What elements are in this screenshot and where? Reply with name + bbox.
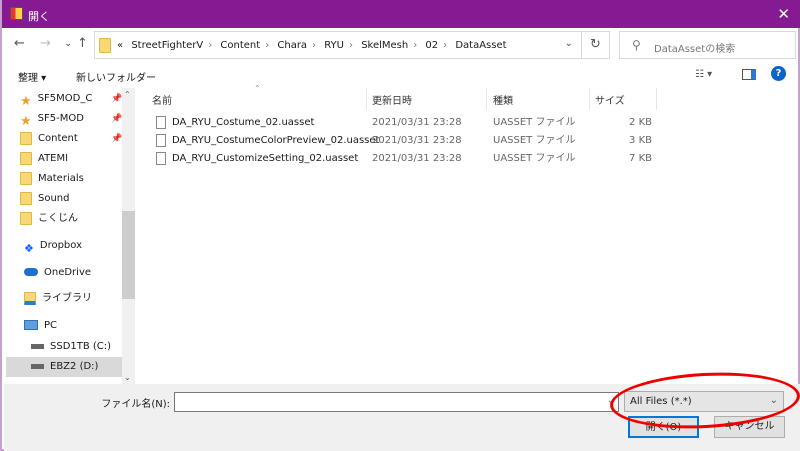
breadcrumb-item[interactable]: Chara [277,40,307,51]
column-divider[interactable] [366,88,367,110]
breadcrumb-item[interactable]: DataAsset [455,40,506,51]
folder-icon [99,38,111,53]
file-type: UASSET ファイル [493,153,576,164]
file-type: UASSET ファイル [493,117,576,128]
file-row[interactable]: DA_RYU_Costume_02.uasset 2021/03/31 23:2… [152,114,662,132]
file-size: 3 KB [629,135,652,146]
app-icon [10,7,23,20]
organize-button[interactable]: 整理 ▾ [18,69,46,84]
folder-icon [20,151,32,165]
back-button[interactable]: ← [14,36,25,51]
sidebar-item-sf5-mod[interactable]: ★ SF5-MOD [20,109,84,129]
cloud-icon [24,268,38,276]
file-name: DA_RYU_CustomizeSetting_02.uasset [172,153,359,164]
file-date: 2021/03/31 23:28 [372,135,462,146]
help-icon[interactable]: ? [771,66,786,81]
view-options-icon[interactable]: ☷ ▾ [695,69,712,80]
pin-icon: 📌 [111,114,122,124]
folder-icon [20,131,32,145]
sidebar-item-pc[interactable]: PC [24,316,57,336]
column-header-name[interactable]: 名前 [152,92,172,107]
sidebar-item-dropbox[interactable]: ❖ Dropbox [24,236,82,256]
column-divider[interactable] [486,88,487,110]
forward-button[interactable]: → [40,36,51,51]
column-header-date[interactable]: 更新日時 [372,92,412,107]
pc-icon [24,320,38,330]
breadcrumb-item[interactable]: StreetFighterV [131,40,203,51]
sidebar-item-materials[interactable]: Materials [20,169,84,189]
sidebar-item-onedrive[interactable]: OneDrive [24,263,91,283]
sidebar-item-atemi[interactable]: ATEMI [20,149,68,169]
folder-icon [20,191,32,205]
chevron-down-icon[interactable]: ⌄ [565,38,573,49]
column-header-size[interactable]: サイズ [595,92,625,107]
file-name: DA_RYU_CostumeColorPreview_02.uasset [172,135,380,146]
file-date: 2021/03/31 23:28 [372,153,462,164]
close-icon[interactable]: ✕ [777,5,790,23]
refresh-button[interactable]: ↻ [582,31,610,59]
breadcrumb: « StreetFighterV › Content › Chara › RYU › S… [117,40,507,51]
folder-icon [20,211,32,225]
breadcrumb-item[interactable]: 02 [425,40,438,51]
sidebar-item-drive-d[interactable]: EBZ2 (D:) [6,357,122,377]
breadcrumb-item[interactable]: Content [220,40,260,51]
breadcrumb-item[interactable]: SkelMesh [361,40,408,51]
address-bar[interactable]: « StreetFighterV › Content › Chara › RYU › S… [94,31,582,59]
drive-icon [31,363,44,369]
drive-icon [31,343,44,349]
dialog-title: 開く [28,10,50,23]
file-list: ⌃ 名前 更新日時 種類 サイズ DA_RYU_Costume_02.uasse… [136,84,800,384]
file-icon [156,115,166,129]
star-icon: ★ [20,93,32,109]
file-date: 2021/03/31 23:28 [372,117,462,128]
filename-input[interactable]: ⌄ [174,392,619,412]
sidebar-item-library[interactable]: ライブラリ [24,289,92,309]
preview-pane-icon[interactable] [742,69,756,80]
up-button[interactable]: ↑ [77,36,88,51]
column-divider[interactable] [589,88,590,110]
file-row[interactable]: DA_RYU_CustomizeSetting_02.uasset 2021/0… [152,150,662,168]
file-name: DA_RYU_Costume_02.uasset [172,117,315,128]
column-divider[interactable] [656,88,657,110]
recent-locations-button[interactable]: ⌄ [64,38,72,49]
sidebar-item-sound[interactable]: Sound [20,189,70,209]
search-placeholder: DataAssetの検索 [654,44,736,55]
folder-icon [20,171,32,185]
new-folder-button[interactable]: 新しいフォルダー [76,69,156,84]
navigation-pane: ★ SF5MOD_C 📌 ★ SF5-MOD 📌 Content 📌 ATEMI Mate… [4,88,122,384]
sidebar-scrollbar[interactable]: ⌃ ⌄ [122,88,135,384]
filename-label: ファイル名(N): [101,399,170,410]
search-icon: ⚲ [632,38,641,52]
file-size: 7 KB [629,153,652,164]
dropbox-icon: ❖ [24,241,34,255]
sidebar-item-drive-c[interactable]: SSD1TB (C:) [31,337,111,357]
sidebar-item-kokujin[interactable]: こくじん [20,209,78,229]
star-icon: ★ [20,113,32,129]
file-icon [156,133,166,147]
breadcrumb-overflow[interactable]: « [117,40,123,51]
scroll-up-icon[interactable]: ⌃ [124,90,131,99]
breadcrumb-item[interactable]: RYU [324,40,344,51]
file-icon [156,151,166,165]
pin-icon: 📌 [111,134,122,144]
file-type: UASSET ファイル [493,135,576,146]
file-size: 2 KB [629,117,652,128]
sidebar-item-content[interactable]: Content [20,129,78,149]
file-row[interactable]: DA_RYU_CostumeColorPreview_02.uasset 202… [152,132,662,150]
scroll-down-icon[interactable]: ⌄ [124,373,131,382]
scrollbar-thumb[interactable] [122,211,135,299]
sort-ascending-icon: ⌃ [254,84,261,93]
library-icon [24,291,36,305]
column-header-type[interactable]: 種類 [493,92,513,107]
sidebar-item-sf5mod-c[interactable]: ★ SF5MOD_C [20,89,92,109]
title-bar: 開く ✕ [2,0,800,28]
search-input[interactable]: ⚲ DataAssetの検索 [619,31,796,59]
pin-icon: 📌 [111,94,122,104]
